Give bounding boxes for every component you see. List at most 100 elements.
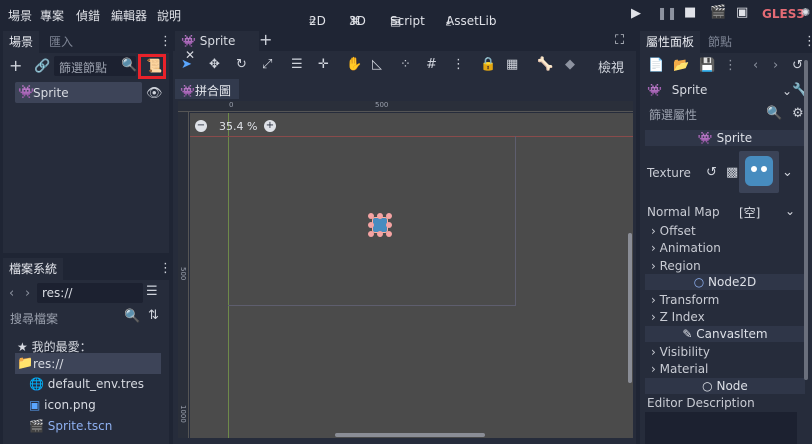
kebab-menu-icon[interactable]: ⋮ bbox=[803, 35, 812, 48]
section-region[interactable]: › Region bbox=[651, 259, 701, 273]
menu-project[interactable]: 專案 bbox=[40, 7, 64, 24]
star-icon: ★ bbox=[17, 340, 28, 354]
list-item-icon-png[interactable]: ▣ icon.png bbox=[29, 398, 96, 412]
zoom-reset-label[interactable]: 35.4 % bbox=[219, 120, 257, 133]
list-item-res-root[interactable]: 📁 res:// bbox=[15, 353, 161, 374]
sort-icon[interactable]: ⇅ bbox=[148, 309, 159, 322]
menu-debug[interactable]: 偵錯 bbox=[76, 7, 100, 24]
lock-icon[interactable]: 🔒 bbox=[480, 57, 496, 72]
file-search-input[interactable]: 搜尋檔案 bbox=[5, 307, 141, 327]
list-item-default-env[interactable]: 🌐 default_env.tres bbox=[29, 377, 144, 391]
resize-handle[interactable] bbox=[377, 213, 383, 219]
group-icon[interactable]: ▦ bbox=[506, 57, 518, 72]
zoom-out-button[interactable]: − bbox=[195, 120, 207, 132]
play-scene-icon[interactable]: 🎬 bbox=[710, 5, 726, 20]
tab-scene[interactable]: 場景 bbox=[3, 31, 40, 53]
section-transform[interactable]: › Transform bbox=[651, 293, 719, 307]
update-spinner-icon: ✺ bbox=[801, 6, 811, 19]
history-forward-icon[interactable]: › bbox=[773, 59, 778, 72]
section-z-index[interactable]: › Z Index bbox=[651, 310, 705, 324]
view-menu[interactable]: 檢視 bbox=[598, 57, 624, 76]
visibility-eye-icon[interactable]: 👁 bbox=[146, 87, 163, 100]
fullscreen-icon[interactable]: ⛶ bbox=[615, 34, 624, 47]
tab-import[interactable]: 匯入 bbox=[43, 31, 79, 53]
pan-tool-icon[interactable]: ✋ bbox=[346, 57, 362, 72]
normal-map-value[interactable]: [空] ⌄ bbox=[717, 203, 797, 221]
script-extend-icon: 📜 bbox=[146, 59, 163, 74]
sprite-node-preview[interactable] bbox=[368, 213, 392, 237]
texture-icon: ▩ bbox=[726, 165, 739, 180]
snap-options-icon[interactable]: ⋮ bbox=[452, 57, 465, 72]
kebab-menu-icon[interactable]: ⋮ bbox=[159, 35, 172, 48]
sprite-node-icon: 👾 bbox=[697, 131, 713, 145]
grid-snap-icon[interactable]: # bbox=[426, 57, 437, 72]
kebab-menu-icon[interactable]: ⋮ bbox=[159, 262, 172, 275]
split-view-icon[interactable]: ☰ bbox=[146, 285, 158, 298]
ruler-tool-icon[interactable]: ◺ bbox=[372, 57, 382, 72]
tab-sprite-scene[interactable]: 👾 Sprite ✕ bbox=[175, 31, 259, 62]
skeleton-icon[interactable]: 🦴 bbox=[537, 57, 553, 72]
reset-icon[interactable]: ↺ bbox=[706, 166, 717, 179]
save-icon[interactable]: 💾 bbox=[699, 59, 715, 72]
resize-handle[interactable] bbox=[386, 213, 392, 219]
history-back-icon[interactable]: ‹ bbox=[753, 59, 758, 72]
editor-description-field[interactable] bbox=[645, 412, 797, 444]
key-icon[interactable]: ◆ bbox=[565, 57, 575, 72]
resize-handle[interactable] bbox=[386, 231, 392, 237]
renderer-label[interactable]: GLES3 bbox=[762, 7, 805, 21]
texture-preview[interactable] bbox=[739, 151, 779, 193]
section-animation[interactable]: › Animation bbox=[651, 241, 721, 255]
back-arrow-icon[interactable]: ‹ bbox=[9, 287, 14, 300]
tab-filesystem[interactable]: 檔案系統 bbox=[3, 258, 64, 280]
tab-node[interactable]: 節點 bbox=[702, 31, 738, 53]
horizontal-scrollbar[interactable] bbox=[335, 433, 485, 437]
move-tool-icon[interactable]: ✥ bbox=[209, 57, 220, 72]
section-material[interactable]: › Material bbox=[651, 362, 708, 376]
canvas-2d[interactable] bbox=[190, 113, 633, 438]
section-offset[interactable]: › Offset bbox=[651, 224, 696, 238]
resize-handle[interactable] bbox=[386, 222, 392, 228]
open-folder-icon[interactable]: 📂 bbox=[673, 59, 689, 72]
class-header-node2d: ○ Node2D bbox=[645, 274, 805, 290]
list-select-icon[interactable]: ☰ bbox=[291, 57, 303, 72]
history-icon[interactable]: ↺ bbox=[792, 59, 803, 72]
menu-help[interactable]: 說明 bbox=[157, 7, 181, 24]
scene-file-icon: 🎬 bbox=[29, 419, 44, 433]
resize-handle[interactable] bbox=[368, 213, 374, 219]
pivot-tool-icon[interactable]: ✛ bbox=[318, 57, 329, 72]
forward-arrow-icon[interactable]: › bbox=[25, 287, 30, 300]
scene-script-button[interactable]: 📜 bbox=[138, 54, 166, 79]
play-custom-scene-icon[interactable]: ▣ bbox=[736, 5, 748, 20]
settings-icon[interactable]: ⚙ bbox=[792, 107, 804, 120]
pause-icon[interactable]: ❚❚ bbox=[657, 6, 677, 20]
more-options-icon[interactable]: ⋮ bbox=[724, 59, 737, 72]
add-tab-icon[interactable]: + bbox=[259, 32, 272, 48]
resize-handle[interactable] bbox=[368, 222, 374, 228]
tree-item-sprite[interactable]: 👾 Sprite bbox=[15, 82, 142, 103]
resize-handle[interactable] bbox=[377, 231, 383, 237]
tab-spritesheet[interactable]: 👾拼合圖 bbox=[175, 79, 239, 99]
stop-icon[interactable]: ■ bbox=[684, 5, 696, 20]
node-selector[interactable]: 👾 Sprite ⌄ bbox=[644, 80, 792, 100]
new-resource-icon[interactable]: 📄 bbox=[648, 59, 664, 72]
chevron-down-icon[interactable]: ⌄ bbox=[782, 166, 793, 179]
snap-icon[interactable]: ⁘ bbox=[400, 57, 411, 72]
menu-editor[interactable]: 編輯器 bbox=[111, 7, 147, 24]
zoom-in-button[interactable]: + bbox=[264, 120, 276, 132]
scale-tool-icon[interactable]: ⤢ bbox=[262, 57, 272, 72]
vertical-scrollbar[interactable] bbox=[628, 233, 632, 383]
link-icon[interactable]: 🔗 bbox=[34, 60, 50, 73]
editor-description-label: Editor Description bbox=[647, 396, 755, 410]
add-node-icon[interactable]: + bbox=[9, 58, 22, 74]
section-visibility[interactable]: › Visibility bbox=[651, 345, 710, 359]
inspector-scrollbar[interactable] bbox=[804, 60, 808, 380]
list-item-sprite-tscn[interactable]: 🎬 Sprite.tscn bbox=[29, 419, 112, 433]
resize-handle[interactable] bbox=[368, 231, 374, 237]
play-icon[interactable]: ▶ bbox=[631, 6, 641, 21]
menu-scene[interactable]: 場景 bbox=[8, 7, 32, 24]
select-tool-icon[interactable]: ➤ bbox=[181, 57, 192, 72]
path-field[interactable]: res:// bbox=[37, 283, 143, 303]
property-filter-input[interactable]: 篩選屬性 bbox=[644, 103, 786, 123]
tab-inspector[interactable]: 屬性面板 bbox=[640, 31, 701, 53]
rotate-tool-icon[interactable]: ↻ bbox=[236, 57, 247, 72]
